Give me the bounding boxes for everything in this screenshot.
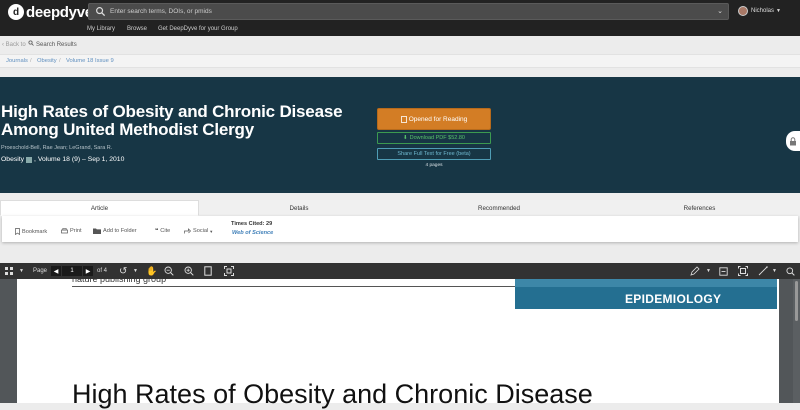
web-of-science-link[interactable]: Web of Science: [232, 230, 273, 236]
tab-references[interactable]: References: [599, 200, 800, 216]
publisher-name: nature publishing group: [72, 274, 167, 284]
chevron-down-icon[interactable]: ⌄: [715, 5, 725, 18]
select-area-icon[interactable]: [738, 263, 748, 279]
share-full-text-button[interactable]: Share Full Text for Free (beta): [377, 148, 491, 160]
back-prefix: Back to: [5, 42, 26, 48]
search-icon: [96, 7, 106, 17]
zoom-in-icon[interactable]: [184, 263, 194, 279]
article-title: High Rates of Obesity and Chronic Diseas…: [1, 102, 343, 139]
page-count: 4 pages: [425, 163, 443, 168]
nav-get-deepdyve-group[interactable]: Get DeepDyve for your Group: [158, 26, 238, 32]
section-banner-top: [515, 279, 777, 287]
highlight-box-icon[interactable]: [719, 263, 728, 279]
pdf-page: nature publishing group EPIDEMIOLOGY Hig…: [17, 274, 779, 409]
pdf-scrollbar-thumb[interactable]: [795, 281, 798, 321]
nav-browse[interactable]: Browse: [127, 26, 147, 32]
download-icon: ⬇: [403, 135, 408, 141]
share-full-text-label: Share Full Text for Free (beta): [397, 151, 471, 157]
search-icon: [28, 40, 35, 46]
times-cited: Times Cited: 29: [231, 221, 273, 227]
quote-icon: ❝: [155, 228, 159, 234]
article-tabs: Article Details Recommended References: [0, 200, 800, 216]
breadcrumb-separator: /: [59, 58, 61, 64]
lock-tab[interactable]: [786, 131, 800, 151]
back-to-search-link[interactable]: ‹ Back to Search Results: [2, 40, 77, 48]
article-authors[interactable]: Proeschold-Bell, Rae Jean; LeGrand, Sara…: [1, 145, 112, 151]
social-label: Social: [193, 228, 209, 234]
bookmark-button[interactable]: Bookmark: [15, 228, 47, 235]
download-pdf-button[interactable]: ⬇ Download PDF $52.80: [377, 132, 491, 144]
bookmark-label: Bookmark: [22, 228, 48, 235]
journal-info-icon[interactable]: [26, 156, 33, 163]
add-to-folder-button[interactable]: Add to Folder: [93, 228, 137, 234]
print-icon: [61, 228, 68, 234]
chevron-left-icon: ‹: [2, 42, 4, 48]
caret-down-icon: ▼: [209, 228, 214, 234]
tab-article[interactable]: Article: [0, 200, 199, 216]
cite-label: Cite: [160, 228, 171, 234]
logo-mark-icon: d: [8, 4, 24, 20]
caret-down-icon[interactable]: ▼: [19, 263, 24, 279]
breadcrumb-obesity[interactable]: Obesity: [37, 58, 57, 64]
folder-icon: [93, 228, 101, 234]
search-input[interactable]: [110, 4, 700, 19]
thumbnails-icon[interactable]: [5, 263, 13, 279]
fit-page-icon[interactable]: [204, 263, 212, 279]
page-label: Page: [33, 268, 48, 274]
breadcrumb-journals[interactable]: Journals: [6, 58, 28, 64]
user-name: Nicholas: [751, 8, 775, 14]
logo-text: deepdyve: [26, 3, 93, 21]
back-label: Search Results: [36, 42, 77, 48]
tab-details[interactable]: Details: [199, 200, 399, 216]
article-journal-line: Obesity , Volume 18 (9) – Sep 1, 2010: [1, 156, 124, 163]
pdf-article-title: High Rates of Obesity and Chronic Diseas…: [72, 379, 593, 409]
cite-button[interactable]: ❝ Cite: [155, 228, 170, 234]
nav-my-library[interactable]: My Library: [87, 26, 115, 32]
search-icon[interactable]: [786, 263, 795, 279]
document-icon: [400, 115, 407, 123]
add-to-folder-label: Add to Folder: [103, 228, 137, 234]
previous-page-icon[interactable]: ◀: [51, 266, 61, 276]
article-toolbar: Bookmark Print Add to Folder ❝ Cite Soci…: [2, 216, 798, 242]
article-header: High Rates of Obesity and Chronic Diseas…: [0, 77, 800, 193]
print-button[interactable]: Print: [61, 228, 82, 234]
opened-for-reading-button[interactable]: Opened for Reading: [377, 108, 491, 130]
social-button[interactable]: Social ▼: [184, 228, 213, 234]
tab-recommended[interactable]: Recommended: [399, 200, 599, 216]
fullscreen-icon[interactable]: [224, 263, 234, 279]
draw-line-icon[interactable]: [758, 263, 768, 279]
breadcrumb-volume[interactable]: Volume 18 Issue 9: [66, 58, 114, 64]
opened-for-reading-label: Opened for Reading: [408, 115, 468, 123]
bookmark-icon: [15, 228, 20, 235]
download-pdf-label: Download PDF $52.80: [409, 135, 465, 141]
avatar: [738, 6, 748, 16]
search-bar: ⌄: [88, 3, 729, 20]
caret-down-icon: ▼: [776, 8, 781, 14]
breadcrumb-separator: /: [30, 58, 32, 64]
top-bar: d deepdyve ⌄ Nicholas ▼ My Library Brows…: [0, 0, 800, 36]
section-label: EPIDEMIOLOGY: [625, 292, 722, 306]
caret-down-icon[interactable]: ▼: [772, 263, 777, 279]
section-banner: EPIDEMIOLOGY: [515, 279, 777, 309]
header-rule: [72, 286, 532, 287]
lock-icon: [790, 136, 796, 145]
breadcrumb: Journals / Obesity / Volume 18 Issue 9: [0, 54, 800, 68]
share-icon: [184, 228, 191, 234]
deepdyve-logo[interactable]: d deepdyve: [8, 3, 93, 21]
print-label: Print: [70, 228, 82, 234]
user-menu[interactable]: Nicholas ▼: [738, 5, 781, 17]
journal-link[interactable]: Obesity: [1, 156, 24, 163]
annotate-pen-icon[interactable]: [690, 263, 700, 279]
caret-down-icon[interactable]: ▼: [706, 263, 711, 279]
article-citation: , Volume 18 (9) – Sep 1, 2010: [34, 156, 125, 163]
